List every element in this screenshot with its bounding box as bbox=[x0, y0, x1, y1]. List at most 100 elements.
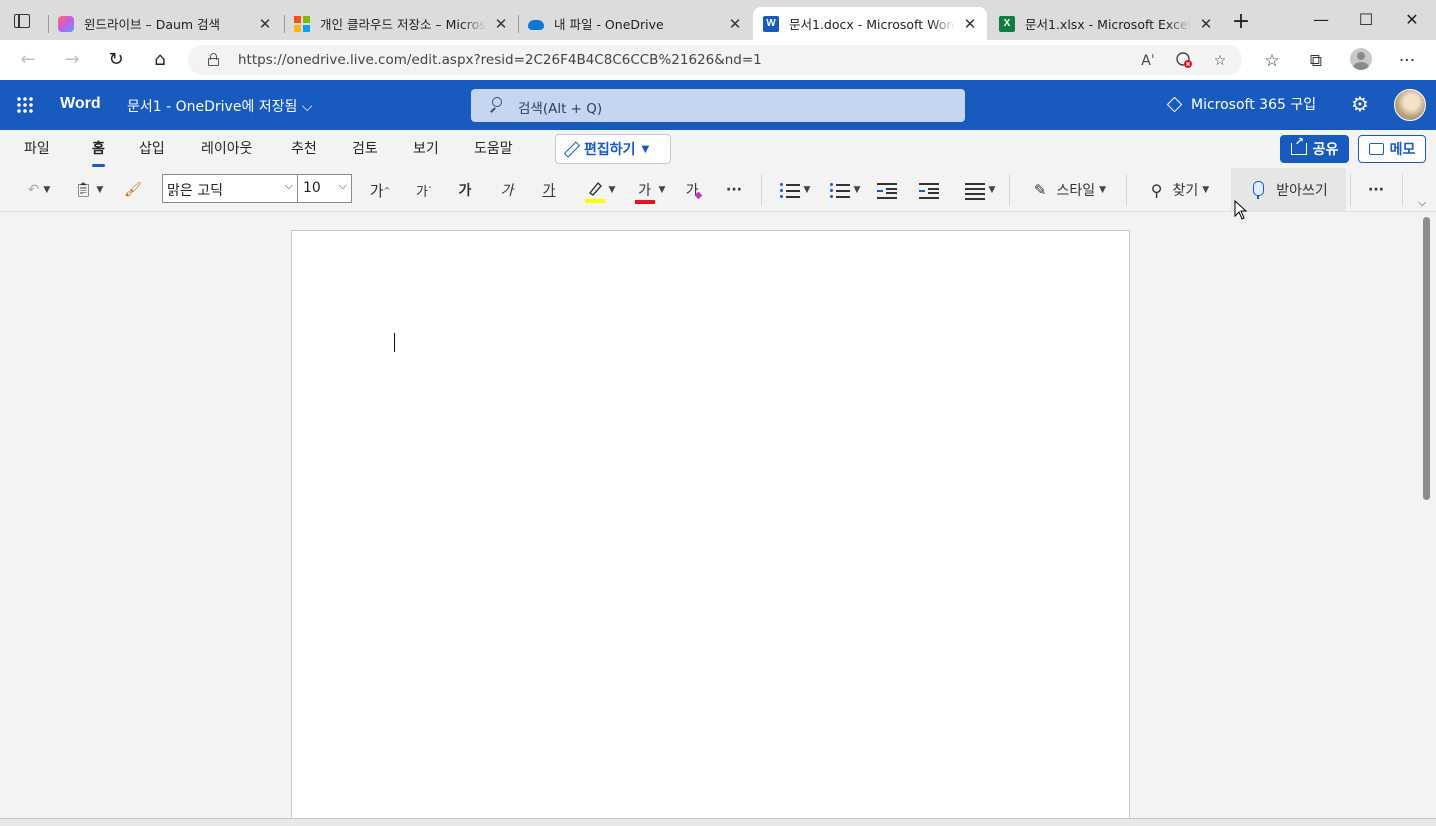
numbering-button[interactable]: ▼ bbox=[826, 178, 864, 202]
buy-microsoft-365-button[interactable]: Microsoft 365 구입 bbox=[1167, 94, 1316, 114]
font-color-icon: 가 bbox=[634, 180, 655, 204]
highlight-color-button[interactable]: ▼ bbox=[580, 178, 620, 203]
tab-help[interactable]: 도움말 bbox=[474, 138, 513, 158]
grow-font-button[interactable]: 가 ^ bbox=[368, 178, 392, 202]
bulleted-list-icon bbox=[779, 182, 800, 198]
buy-label: Microsoft 365 구입 bbox=[1191, 97, 1317, 113]
dictate-label: 받아쓰기 bbox=[1276, 183, 1328, 199]
collections-icon[interactable]: ⧉ bbox=[1305, 50, 1327, 72]
lock-icon[interactable] bbox=[208, 53, 219, 66]
favorites-icon[interactable]: ☆ bbox=[1261, 50, 1283, 72]
word-header-bar: Word 문서1 - OneDrive에 저장됨 ⌵ 검색(Alt + Q) M… bbox=[0, 80, 1436, 130]
italic-button[interactable]: 가 bbox=[496, 178, 518, 202]
home-button[interactable]: ⌂ bbox=[149, 49, 171, 71]
underline-icon: 가 bbox=[542, 183, 556, 199]
tab-close-icon[interactable]: ✕ bbox=[1197, 15, 1215, 33]
tab-close-icon[interactable]: ✕ bbox=[256, 15, 274, 33]
bold-button[interactable]: 가 bbox=[454, 178, 476, 202]
tab-recommend[interactable]: 추천 bbox=[291, 138, 317, 158]
comments-button[interactable]: 메모 bbox=[1358, 135, 1426, 163]
numbered-list-icon bbox=[829, 182, 850, 198]
add-favorite-icon[interactable]: ☆ bbox=[1210, 51, 1230, 71]
font-color-glyph: 가 bbox=[638, 183, 651, 199]
url-text[interactable]: https://onedrive.live.com/edit.aspx?resi… bbox=[238, 52, 762, 68]
format-painter-button[interactable]: 🖌︎ bbox=[122, 178, 144, 202]
tab-review[interactable]: 검토 bbox=[352, 138, 378, 158]
styles-icon: ✎ bbox=[1033, 181, 1047, 199]
tab-close-icon[interactable]: ✕ bbox=[961, 15, 979, 33]
font-name-value: 맑은 고딕 bbox=[167, 183, 223, 199]
address-bar[interactable]: https://onedrive.live.com/edit.aspx?resi… bbox=[188, 45, 1242, 75]
decrease-indent-button[interactable] bbox=[876, 178, 898, 202]
more-menu-icon[interactable]: ··· bbox=[1396, 50, 1418, 72]
toolbar-divider bbox=[1009, 174, 1010, 206]
styles-button[interactable]: ✎ 스타일 ▼ bbox=[1022, 178, 1118, 202]
shrink-font-button[interactable]: 가ˇ bbox=[412, 178, 436, 202]
tracking-prevention-icon[interactable] bbox=[1174, 51, 1194, 71]
scrollbar-thumb[interactable] bbox=[1423, 217, 1430, 500]
clear-formatting-button[interactable]: 가 ◆ bbox=[682, 178, 706, 202]
document-title[interactable]: 문서1 - OneDrive에 저장됨 ⌵ bbox=[127, 96, 312, 116]
browser-tab-microsoft[interactable]: 개인 클라우드 저장소 – Microsoft ✕ bbox=[284, 7, 518, 40]
minimize-button[interactable]: — bbox=[1311, 10, 1331, 30]
user-avatar[interactable] bbox=[1394, 89, 1426, 121]
paste-button[interactable]: 📋︎ ▼ bbox=[70, 178, 108, 202]
tab-title: 문서1.xlsx - Microsoft Excel Online bbox=[1025, 17, 1191, 32]
settings-gear-icon[interactable]: ⚙ bbox=[1349, 93, 1371, 115]
browser-tab-daum[interactable]: 윈드라이브 – Daum 검색 ✕ bbox=[48, 7, 282, 40]
chevron-down-icon: ⌵ bbox=[284, 179, 293, 192]
search-input[interactable]: 검색(Alt + Q) bbox=[471, 89, 965, 122]
tab-layout[interactable]: 레이아웃 bbox=[201, 138, 253, 158]
home-toolbar: ↶ ▼ 📋︎ ▼ 🖌︎ 맑은 고딕 ⌵ 10 ⌵ 가 ^ 가ˇ 가 가 가 ▼ 가 ▼ bbox=[0, 168, 1436, 212]
back-button[interactable]: ← bbox=[17, 49, 39, 71]
refresh-button[interactable]: ↻ bbox=[105, 49, 127, 71]
undo-icon: ↶ bbox=[27, 182, 40, 198]
dictate-button[interactable]: 받아쓰기 bbox=[1244, 178, 1336, 202]
comment-icon bbox=[1368, 143, 1384, 155]
align-left-icon bbox=[964, 182, 985, 200]
browser-tab-word-active[interactable]: W 문서1.docx - Microsoft Word Online ✕ bbox=[753, 7, 987, 40]
forward-button[interactable]: → bbox=[61, 49, 83, 71]
increase-indent-button[interactable] bbox=[918, 178, 940, 202]
highlight-color-swatch bbox=[584, 199, 605, 203]
find-button[interactable]: ⚲ 찾기 ▼ bbox=[1140, 178, 1220, 202]
font-color-swatch bbox=[634, 200, 655, 204]
more-options-button[interactable]: ··· bbox=[1364, 178, 1388, 202]
styles-label: 스타일 bbox=[1056, 183, 1096, 199]
tab-close-icon[interactable]: ✕ bbox=[492, 15, 510, 33]
bullets-button[interactable]: ▼ bbox=[776, 178, 814, 202]
tab-home[interactable]: 홈 bbox=[92, 138, 105, 167]
font-size-select[interactable]: 10 ⌵ bbox=[297, 174, 352, 203]
read-aloud-icon[interactable]: Aˈ bbox=[1138, 51, 1158, 71]
tab-insert[interactable]: 삽입 bbox=[139, 138, 165, 158]
search-icon bbox=[489, 97, 503, 113]
editing-mode-button[interactable]: 편집하기 ▼ bbox=[555, 134, 671, 164]
document-page[interactable] bbox=[291, 230, 1130, 826]
word-favicon-icon: W bbox=[763, 15, 779, 32]
tab-actions-icon[interactable] bbox=[14, 14, 30, 28]
app-name[interactable]: Word bbox=[60, 95, 101, 113]
browser-tab-onedrive[interactable]: 내 파일 - OneDrive ✕ bbox=[518, 7, 752, 40]
more-font-options-button[interactable]: ··· bbox=[722, 178, 746, 202]
tab-close-icon[interactable]: ✕ bbox=[726, 15, 744, 33]
browser-tab-excel[interactable]: X 문서1.xlsx - Microsoft Excel Online ✕ bbox=[989, 7, 1223, 40]
tab-separator bbox=[48, 15, 49, 33]
underline-button[interactable]: 가 bbox=[538, 178, 560, 202]
profile-icon[interactable] bbox=[1350, 48, 1372, 70]
undo-button[interactable]: ↶ ▼ bbox=[20, 178, 58, 202]
document-canvas[interactable] bbox=[0, 212, 1420, 826]
align-button[interactable]: ▼ bbox=[961, 178, 999, 202]
tab-file[interactable]: 파일 bbox=[24, 138, 50, 158]
font-color-button[interactable]: 가 ▼ bbox=[630, 178, 670, 204]
ribbon-expand-chevron-icon[interactable]: ⌵ bbox=[1418, 196, 1426, 210]
tab-view[interactable]: 보기 bbox=[413, 138, 439, 158]
find-label: 찾기 bbox=[1172, 183, 1199, 199]
share-button[interactable]: 공유 bbox=[1280, 135, 1349, 163]
font-name-select[interactable]: 맑은 고딕 ⌵ bbox=[162, 174, 298, 203]
vertical-scrollbar[interactable] bbox=[1420, 212, 1436, 818]
close-window-button[interactable]: ✕ bbox=[1402, 10, 1422, 30]
new-tab-button[interactable]: + bbox=[1230, 11, 1252, 34]
maximize-button[interactable]: ☐ bbox=[1356, 10, 1376, 30]
tab-title: 개인 클라우드 저장소 – Microsoft bbox=[320, 17, 486, 32]
app-launcher-icon[interactable] bbox=[16, 96, 34, 114]
